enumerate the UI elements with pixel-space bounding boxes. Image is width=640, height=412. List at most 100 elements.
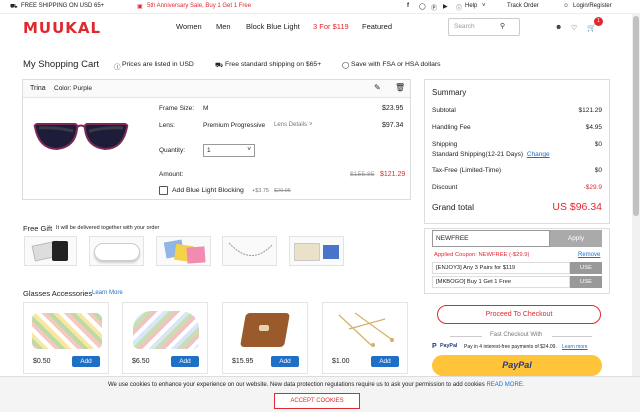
accessories-title: Glasses Accessories [23,289,93,298]
accessory-price: $15.95 [232,358,254,365]
gift-option[interactable] [222,236,277,266]
paypal-logo-icon: P [432,343,437,350]
use-coupon-button[interactable]: USE [570,276,602,288]
nav-men[interactable]: Men [216,22,231,31]
accessory-price: $0.50 [33,358,51,365]
edit-icon[interactable]: ✎ [374,83,381,92]
gift-option[interactable] [289,236,344,266]
nav-3-for-119[interactable]: 3 For $119 [313,22,349,31]
instagram-icon[interactable]: ◯ [419,3,426,10]
glasses-chain-image [228,242,273,256]
accessory-card: $15.95 Add [222,302,308,374]
free-gift-title: Free Gift [23,224,53,233]
account-icon[interactable]: ☻ [555,24,562,31]
amount-discounted: $121.29 [380,171,406,178]
summary-title: Summary [432,88,467,97]
cloth-pink-image [186,246,206,264]
floral-case-image [32,313,102,349]
spray-bottle-image [52,241,68,261]
nav-featured[interactable]: Featured [362,22,392,31]
trash-icon[interactable]: 🗑 [395,83,405,92]
usd-info: Prices are listed in USD [122,61,194,68]
lens-price: $97.34 [382,122,404,129]
free-shipping-text: FREE SHIPPING ON USD 65+ [21,3,105,9]
gift-option[interactable] [89,236,144,266]
tax-value: $0 [594,167,602,174]
lens-value: Premium Progressive [203,122,266,129]
blue-light-original: $29.95 [274,188,291,194]
fsa-info: Save with FSA or HSA dollars [351,61,441,68]
item-name: Trina [30,85,46,92]
gold-chain-image [338,312,394,347]
gift-option[interactable] [156,236,211,266]
truck-icon: ⛟ [10,4,18,10]
accessory-price: $1.00 [332,358,350,365]
coupon-input[interactable]: NEWFREE [432,230,550,247]
promo-text[interactable]: 5th Anniversary Sale, Buy 1 Get 1 Free [147,3,251,9]
subtotal-value: $121.29 [578,107,603,114]
quantity-label: Quantity: [159,147,186,154]
gift-icon: ▣ [137,4,143,10]
shipping-method: Standard Shipping(12-21 Days) [432,151,524,158]
track-order-link[interactable]: Track Order [507,3,539,9]
proceed-checkout-button[interactable]: Proceed To Checkout [437,305,601,324]
subtotal-row: Subtotal $121.29 [432,107,602,114]
use-coupon-button[interactable]: USE [570,262,602,274]
cart-icon[interactable]: 🛒 [587,24,596,32]
tax-row: Tax-Free (Limited-Time) $0 [432,167,602,174]
amount-label: Amount: [159,171,184,178]
floral-hard-case-image [133,311,199,349]
blue-light-label[interactable]: Add Blue Light Blocking [172,187,244,194]
glasses-case-image [94,243,140,261]
cookie-read-more-link[interactable]: READ MORE. [486,382,524,388]
divider-left [450,336,482,337]
coupon-code-mkbogo: [MKBOGO] Buy 1 Get 1 Free [432,276,570,288]
discount-label: Discount [432,184,458,191]
nav-women[interactable]: Women [176,22,202,31]
add-accessory-button[interactable]: Add [271,356,299,367]
frame-size-value: M [203,105,209,112]
discount-row: Discount -$29.9 [432,184,602,191]
chevron-down-icon: ˅ [309,122,313,128]
accept-cookies-button[interactable]: ACCEPT COOKIES [274,393,360,409]
paypal-button[interactable]: PayPal [432,355,602,376]
add-accessory-button[interactable]: Add [371,356,399,367]
handling-value: $4.95 [585,124,602,131]
remove-coupon-link[interactable]: Remove [578,252,600,258]
item-color: Color: Purple [54,85,92,92]
shipping-info: Free standard shipping on $65+ [225,61,322,68]
nav-block-blue-light[interactable]: Block Blue Light [246,22,300,31]
scrollbar-thumb[interactable] [633,16,639,216]
gift-option[interactable] [24,236,77,266]
glasses-image [33,123,129,151]
tax-label: Tax-Free (Limited-Time) [432,167,502,174]
help-menu[interactable]: Help [465,3,477,9]
login-link[interactable]: Login/Register [573,3,612,9]
add-accessory-button[interactable]: Add [72,356,100,367]
cookie-text-row: We use cookies to enhance your experienc… [108,382,524,388]
search-icon[interactable]: ⚲ [500,22,505,30]
heart-icon[interactable]: ♡ [571,24,577,32]
lens-details-link[interactable]: Lens Details [274,122,307,128]
screwdriver-pack-image [323,245,339,259]
youtube-icon[interactable]: ▶ [443,3,448,10]
shipping-row: Shipping $0 [432,141,602,148]
facebook-icon[interactable]: f [407,3,409,9]
pinterest-icon[interactable]: Ⓟ [431,3,437,12]
lens-label: Lens: [159,122,175,129]
add-accessory-button[interactable]: Add [171,356,199,367]
paypal-installment-note: Pay in 4 interest-free payments of $24.0… [464,344,557,350]
change-shipping-link[interactable]: Change [527,151,550,158]
quantity-select[interactable]: 1 ˅ [203,144,255,157]
paypal-learn-more-link[interactable]: Learn more [562,344,588,350]
cookie-banner: We use cookies to enhance your experienc… [0,376,640,412]
cart-item: Trina Color: Purple ✎ 🗑 Frame Size: M $2… [22,79,411,200]
free-gift-note: It will be delivered together with your … [56,225,160,231]
learn-more-link[interactable]: Learn More [92,290,123,296]
search-input[interactable]: Search [448,18,520,36]
frame-price: $23.95 [382,105,404,112]
logo[interactable]: MUUKAL [23,19,101,37]
main-header: MUUKAL Women Men Block Blue Light 3 For … [0,14,640,42]
apply-coupon-button[interactable]: Apply [550,230,602,247]
blue-light-checkbox[interactable] [159,186,168,195]
